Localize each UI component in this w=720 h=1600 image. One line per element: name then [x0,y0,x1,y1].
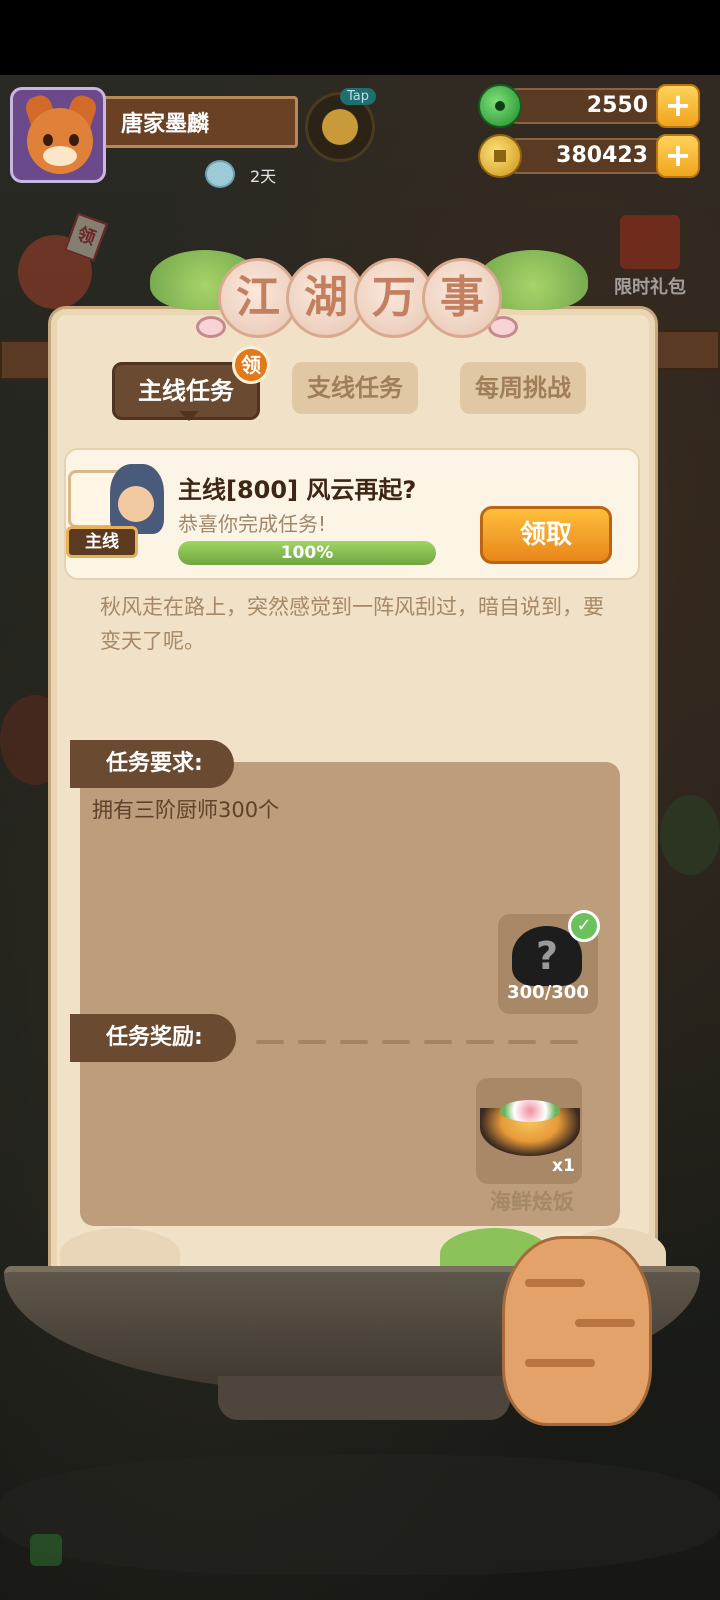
fish-icon [205,160,235,188]
reward-name: 海鲜烩饭 [490,1190,574,1214]
coin-icon [478,134,522,178]
requirement-count: 300/300 [507,982,589,1003]
character-face [118,486,154,522]
jade-currency: 2550 + [478,84,700,128]
divider-dash [424,1040,452,1044]
jade-amount: 2550 [500,88,680,124]
requirement-text: 拥有三阶厨师300个 [92,798,280,822]
wood-plank [0,340,52,380]
panel-title: 江 湖 万 事 [196,252,516,344]
task-title: 主线[800] 风云再起? [178,476,417,504]
task-progress-bar: 100% [178,541,436,565]
avatar-eye [69,134,79,146]
player-name: 唐家墨麟 [121,112,210,137]
divider-dash [256,1040,284,1044]
bottom-icon [30,1534,62,1566]
status-bar-area [0,0,720,75]
add-coin-button[interactable]: + [656,134,700,178]
cat-stripe [525,1359,595,1367]
divider-dash [382,1040,410,1044]
requirement-heading: 任务要求: [70,740,234,788]
checkmark-icon: ✓ [568,910,600,942]
coin-currency: 380423 + [478,134,700,178]
tab-weekly-challenge[interactable]: 每周挑战 [460,362,586,414]
jade-icon [478,84,522,128]
coin-amount: 380423 [500,138,680,174]
cat-stripe [525,1279,585,1287]
claim-badge: 领 [232,346,270,384]
avatar-muzzle [43,146,77,166]
cat-mascot [502,1236,652,1426]
bowl-base [218,1376,510,1420]
divider-dash [298,1040,326,1044]
gift-box-icon [620,215,680,269]
add-jade-button[interactable]: + [656,84,700,128]
limited-gift-button[interactable]: 限时礼包 [600,205,700,305]
seafood-topping [500,1100,560,1122]
reward-quantity: x1 [552,1156,575,1176]
task-status: 恭喜你完成任务! [178,512,327,536]
task-description: 秋风走在路上，突然感觉到一阵风刮过，暗自说到，要变天了呢。 [100,595,604,653]
days-label: 2天 [250,167,277,186]
wood-plank [652,330,720,370]
claim-button[interactable]: 领取 [480,506,612,564]
tab-side-quest[interactable]: 支线任务 [292,362,418,414]
divider-dash [550,1040,578,1044]
tap-face-icon [322,109,358,145]
tap-tag: Tap [340,88,377,105]
reward-heading: 任务奖励: [70,1014,236,1062]
player-name-plate[interactable]: 唐家墨麟 [98,96,298,148]
divider-dash [508,1040,536,1044]
cat-stripe [575,1319,635,1327]
player-avatar[interactable] [10,87,106,183]
task-type-tag: 主线 [66,526,138,558]
title-char: 事 [422,258,502,338]
task-progress-text: 100% [280,543,334,563]
divider-dash [340,1040,368,1044]
divider-dash [466,1040,494,1044]
bg-decoration [0,1455,720,1575]
avatar-eye [43,134,53,146]
gift-label: 限时礼包 [614,277,686,298]
bg-decoration [660,795,720,875]
